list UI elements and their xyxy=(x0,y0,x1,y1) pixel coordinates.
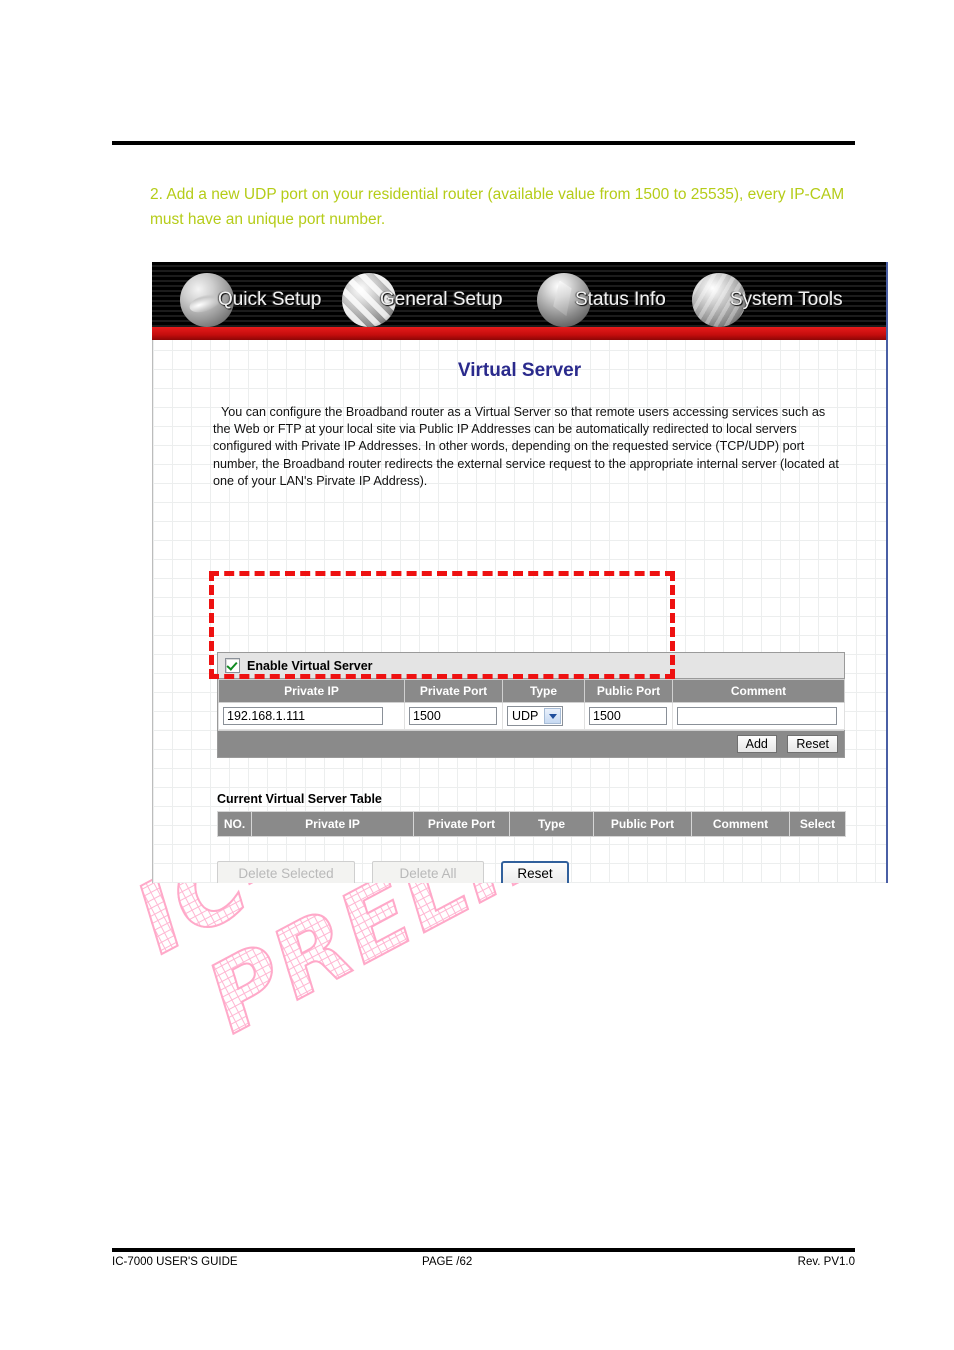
router-nav-bar: Quick Setup General Setup Status Info Sy… xyxy=(152,262,886,340)
enable-virtual-server-label: Enable Virtual Server xyxy=(247,658,373,673)
private-ip-input[interactable] xyxy=(223,707,383,725)
nav-item-general-setup[interactable]: General Setup xyxy=(342,272,503,328)
cur-col-select: Select xyxy=(789,811,846,837)
nav-label-status-info: Status Info xyxy=(575,289,666,310)
nav-item-quick-setup[interactable]: Quick Setup xyxy=(180,272,322,328)
nav-label-system-tools: System Tools xyxy=(730,289,843,310)
nav-item-system-tools[interactable]: System Tools xyxy=(692,272,843,328)
form-input-row: UDP xyxy=(218,702,845,730)
col-header-type: Type xyxy=(502,679,585,703)
cell-comment xyxy=(672,702,845,730)
current-table-caption: Current Virtual Server Table xyxy=(217,792,382,806)
footer-rule xyxy=(112,1248,855,1252)
nav-label-general-setup: General Setup xyxy=(380,289,503,310)
col-header-private-ip: Private IP xyxy=(218,679,405,703)
router-ui-screenshot: Quick Setup General Setup Status Info Sy… xyxy=(152,262,888,883)
comment-input[interactable] xyxy=(677,707,837,725)
header-rule xyxy=(112,141,855,145)
cur-col-no: NO. xyxy=(217,811,252,837)
cur-col-comment: Comment xyxy=(691,811,790,837)
cur-col-private-port: Private Port xyxy=(413,811,510,837)
table-action-buttons: Delete Selected Delete All Reset xyxy=(217,861,569,883)
virtual-server-form-panel: Enable Virtual Server Private IP Private… xyxy=(217,652,845,758)
cur-col-private-ip: Private IP xyxy=(251,811,414,837)
delete-selected-button[interactable]: Delete Selected xyxy=(217,861,355,883)
footer-guide-title: IC-7000 USER'S GUIDE xyxy=(112,1256,238,1268)
current-table-header-row: NO. Private IP Private Port Type Public … xyxy=(217,811,846,837)
form-header-row: Private IP Private Port Type Public Port… xyxy=(218,679,845,703)
current-virtual-server-table: NO. Private IP Private Port Type Public … xyxy=(217,811,846,837)
cell-type: UDP xyxy=(502,702,585,730)
router-page-body: Virtual Server You can configure the Bro… xyxy=(152,340,886,883)
reset-form-button[interactable]: Reset xyxy=(787,735,838,753)
form-button-row: Add Reset xyxy=(218,730,844,757)
chevron-down-icon[interactable] xyxy=(544,708,562,724)
virtual-server-entry-table: Private IP Private Port Type Public Port… xyxy=(218,679,845,730)
cur-col-public-port: Public Port xyxy=(593,811,692,837)
page-description: You can configure the Broadband router a… xyxy=(213,405,839,488)
type-select-value: UDP xyxy=(512,709,539,723)
cell-private-ip xyxy=(218,702,405,730)
cell-private-port xyxy=(404,702,503,730)
instruction-text: 2. Add a new UDP port on your residentia… xyxy=(150,186,845,228)
reset-table-button[interactable]: Reset xyxy=(501,861,569,883)
page-footer: IC-7000 USER'S GUIDE PAGE /62 Rev. PV1.0 xyxy=(112,1256,855,1276)
public-port-input[interactable] xyxy=(589,707,667,725)
enable-virtual-server-checkbox[interactable] xyxy=(225,658,240,673)
cur-col-type: Type xyxy=(509,811,594,837)
col-header-comment: Comment xyxy=(672,679,845,703)
add-button[interactable]: Add xyxy=(736,735,777,753)
nav-label-quick-setup: Quick Setup xyxy=(218,289,322,310)
col-header-private-port: Private Port xyxy=(404,679,503,703)
private-port-input[interactable] xyxy=(409,707,497,725)
nav-accent-bar xyxy=(152,327,886,340)
footer-page-number: PAGE /62 xyxy=(422,1256,473,1268)
cell-public-port xyxy=(584,702,673,730)
page-title: Virtual Server xyxy=(457,360,582,381)
document-page: 2. Add a new UDP port on your residentia… xyxy=(0,0,954,1350)
delete-all-button[interactable]: Delete All xyxy=(372,861,484,883)
col-header-public-port: Public Port xyxy=(584,679,673,703)
type-select[interactable]: UDP xyxy=(507,706,564,726)
nav-item-status-info[interactable]: Status Info xyxy=(537,272,666,328)
footer-revision: Rev. PV1.0 xyxy=(797,1256,855,1268)
enable-virtual-server-row[interactable]: Enable Virtual Server xyxy=(218,653,844,679)
